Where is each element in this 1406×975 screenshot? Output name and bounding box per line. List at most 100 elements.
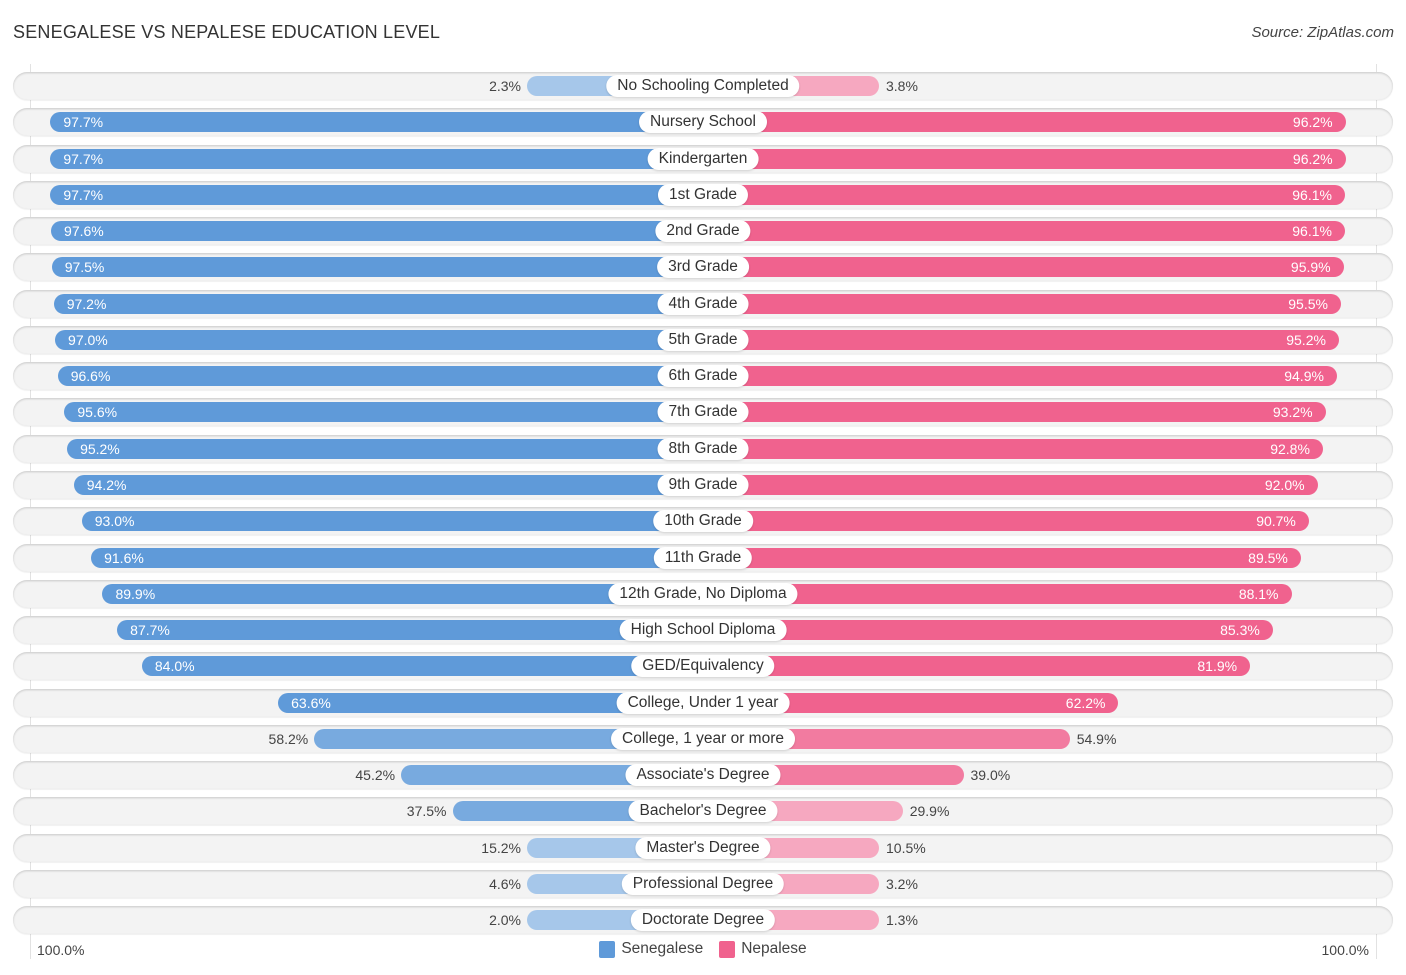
- value-label-nepalese: 54.9%: [1076, 730, 1117, 747]
- bar-senegalese[interactable]: [81, 511, 703, 532]
- value-label-nepalese: 95.9%: [1290, 259, 1331, 276]
- category-label: 7th Grade: [657, 401, 749, 424]
- category-label: 8th Grade: [657, 437, 749, 460]
- bar-senegalese[interactable]: [53, 293, 703, 314]
- category-label: 11th Grade: [653, 546, 753, 569]
- bar-nepalese[interactable]: [703, 474, 1318, 495]
- value-label-nepalese: 81.9%: [1197, 658, 1238, 675]
- category-label: 1st Grade: [657, 183, 749, 206]
- category-label: College, Under 1 year: [616, 691, 790, 714]
- category-label: Doctorate Degree: [630, 909, 776, 932]
- bar-nepalese[interactable]: [703, 547, 1301, 568]
- category-label: 2nd Grade: [655, 220, 751, 243]
- bar-senegalese[interactable]: [67, 438, 703, 459]
- legend-label-nepalese: Nepalese: [741, 940, 807, 957]
- chart-area: 2.3% 3.8% No Schooling Completed 97.7% 96.2%…: [0, 0, 1406, 975]
- value-label-nepalese: 88.1%: [1238, 585, 1279, 602]
- category-label: Kindergarten: [647, 147, 759, 170]
- value-label-nepalese: 29.9%: [909, 803, 950, 820]
- value-label-senegalese: 93.0%: [94, 513, 135, 530]
- value-label-senegalese: 97.7%: [63, 150, 104, 167]
- bar-senegalese[interactable]: [64, 402, 703, 423]
- value-label-nepalese: 3.8%: [886, 78, 918, 94]
- category-label: 6th Grade: [657, 365, 749, 388]
- value-label-nepalese: 1.3%: [886, 912, 918, 929]
- value-label-senegalese: 97.7%: [63, 114, 104, 131]
- value-label-nepalese: 89.5%: [1248, 549, 1288, 566]
- category-label: College, 1 year or more: [611, 727, 795, 750]
- value-label-senegalese: 97.0%: [68, 331, 108, 348]
- value-label-nepalese: 3.2%: [886, 875, 918, 892]
- bar-senegalese[interactable]: [117, 620, 703, 641]
- value-label-senegalese: 4.6%: [489, 875, 521, 892]
- legend-item-nepalese[interactable]: Nepalese: [719, 940, 807, 958]
- value-label-senegalese: 89.9%: [115, 585, 156, 602]
- value-label-nepalese: 90.7%: [1256, 513, 1296, 530]
- value-label-senegalese: 94.2%: [86, 476, 127, 493]
- bar-senegalese[interactable]: [50, 112, 703, 133]
- bar-senegalese[interactable]: [141, 656, 703, 677]
- value-label-nepalese: 92.0%: [1264, 476, 1305, 493]
- bar-nepalese[interactable]: [703, 329, 1339, 350]
- category-label: Master's Degree: [635, 836, 771, 859]
- category-label: GED/Equivalency: [631, 655, 775, 678]
- value-label-nepalese: 94.9%: [1284, 368, 1324, 385]
- category-label: Associate's Degree: [625, 764, 781, 787]
- value-label-nepalese: 96.1%: [1292, 186, 1332, 203]
- value-label-nepalese: 93.2%: [1272, 404, 1313, 421]
- value-label-senegalese: 58.2%: [268, 730, 309, 747]
- bar-nepalese[interactable]: [703, 221, 1345, 242]
- value-label-senegalese: 84.0%: [154, 658, 195, 675]
- value-label-senegalese: 91.6%: [104, 549, 144, 566]
- value-label-nepalese: 95.2%: [1286, 331, 1326, 348]
- category-label: 4th Grade: [657, 292, 749, 315]
- category-label: 10th Grade: [653, 510, 753, 533]
- value-label-senegalese: 97.2%: [66, 295, 107, 312]
- category-label: 5th Grade: [657, 328, 749, 351]
- value-label-senegalese: 2.3%: [489, 78, 521, 94]
- category-label: 3rd Grade: [657, 256, 749, 279]
- bar-senegalese[interactable]: [50, 148, 703, 169]
- value-label-nepalese: 62.2%: [1065, 694, 1106, 711]
- bar-nepalese[interactable]: [703, 511, 1309, 532]
- bar-senegalese[interactable]: [57, 366, 703, 387]
- bar-senegalese[interactable]: [73, 474, 703, 495]
- value-label-nepalese: 85.3%: [1220, 622, 1260, 639]
- value-label-senegalese: 45.2%: [355, 767, 396, 784]
- value-label-senegalese: 96.6%: [70, 368, 111, 385]
- bar-nepalese[interactable]: [703, 148, 1346, 169]
- legend-label-senegalese: Senegalese: [621, 940, 704, 957]
- legend-swatch-nepalese: [719, 940, 736, 958]
- category-label: No Schooling Completed: [606, 75, 800, 97]
- bar-senegalese[interactable]: [55, 329, 703, 350]
- value-label-nepalese: 10.5%: [886, 839, 926, 856]
- legend-item-senegalese[interactable]: Senegalese: [599, 940, 703, 958]
- value-label-nepalese: 92.8%: [1270, 440, 1310, 457]
- bar-nepalese[interactable]: [703, 402, 1326, 423]
- value-label-senegalese: 37.5%: [406, 803, 447, 820]
- legend-swatch-senegalese: [599, 940, 616, 958]
- bar-nepalese[interactable]: [703, 656, 1251, 677]
- bar-senegalese[interactable]: [51, 257, 703, 278]
- value-label-senegalese: 97.6%: [64, 223, 104, 240]
- bar-senegalese[interactable]: [50, 184, 703, 205]
- category-label: Bachelor's Degree: [628, 800, 778, 823]
- value-label-nepalese: 39.0%: [970, 767, 1011, 784]
- bar-nepalese[interactable]: [703, 366, 1337, 387]
- bar-senegalese[interactable]: [51, 221, 703, 242]
- value-label-senegalese: 2.0%: [489, 912, 521, 929]
- bar-nepalese[interactable]: [703, 293, 1341, 314]
- value-label-nepalese: 96.2%: [1292, 150, 1333, 167]
- value-label-senegalese: 95.2%: [80, 440, 120, 457]
- bar-nepalese[interactable]: [703, 184, 1345, 205]
- value-label-nepalese: 95.5%: [1288, 295, 1328, 312]
- value-label-senegalese: 97.7%: [63, 186, 104, 203]
- bar-nepalese[interactable]: [703, 438, 1323, 459]
- bar-nepalese[interactable]: [703, 620, 1273, 641]
- value-label-nepalese: 96.2%: [1292, 114, 1333, 131]
- value-label-senegalese: 63.6%: [291, 694, 331, 711]
- bar-nepalese[interactable]: [703, 257, 1344, 278]
- bar-nepalese[interactable]: [703, 112, 1346, 133]
- bar-senegalese[interactable]: [91, 547, 703, 568]
- category-label: 9th Grade: [657, 473, 749, 496]
